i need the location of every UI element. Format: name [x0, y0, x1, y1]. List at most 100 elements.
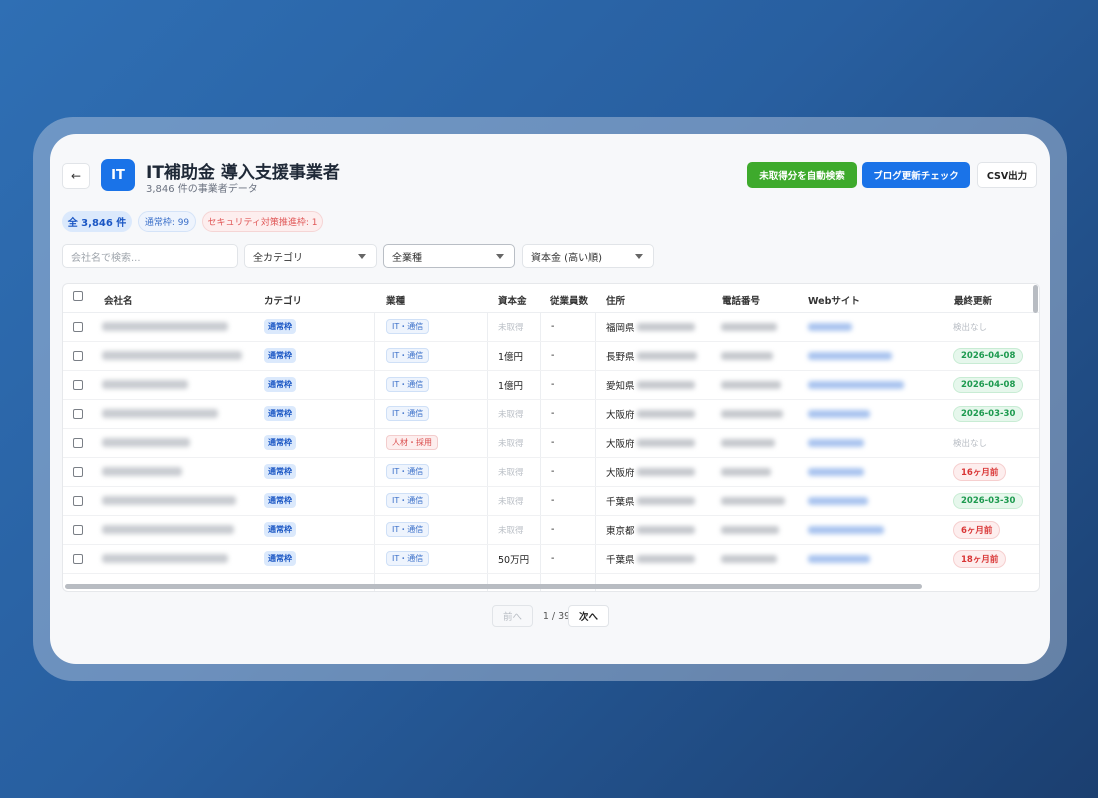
category-select[interactable]: 全カテゴリ — [244, 244, 377, 268]
column-header-phone[interactable]: 電話番号 — [722, 293, 760, 307]
row-checkbox[interactable] — [73, 399, 83, 428]
employees-value: - — [551, 466, 555, 477]
address-cell: 東京都 — [606, 515, 695, 544]
website-link-redacted[interactable] — [808, 312, 852, 341]
employees-cell: - — [551, 341, 554, 370]
filter-chip-normal[interactable]: 通常枠: 99 — [138, 211, 196, 232]
company-name-redacted[interactable] — [102, 486, 236, 515]
capital-value: 未取得 — [498, 525, 524, 536]
capital-cell: 未取得 — [498, 399, 524, 428]
category-badge: 通常枠 — [264, 493, 296, 508]
updated-cell: 2026-04-08 — [953, 370, 1024, 399]
capital-value: 未取得 — [498, 496, 524, 507]
column-header-address[interactable]: 住所 — [606, 293, 625, 307]
company-name-redacted[interactable] — [102, 515, 234, 544]
employees-cell: - — [551, 399, 554, 428]
website-link-redacted[interactable] — [808, 515, 884, 544]
column-header-category[interactable]: カテゴリ — [264, 293, 302, 307]
updated-badge: 2026-03-30 — [953, 492, 1024, 509]
row-checkbox[interactable] — [73, 428, 83, 457]
employees-value: - — [551, 437, 555, 448]
address-prefecture: 福岡県 — [606, 322, 635, 334]
table-row[interactable]: 通常枠 IT・通信 未取得 - 福岡県 検出なし — [63, 312, 1039, 342]
updated-cell: 6ヶ月前 — [953, 515, 1001, 544]
address-prefecture: 大阪府 — [606, 467, 635, 479]
company-name-redacted[interactable] — [102, 312, 228, 341]
website-link-redacted[interactable] — [808, 370, 904, 399]
industry-cell: IT・通信 — [386, 399, 430, 428]
table-row[interactable]: 通常枠 IT・通信 50万円 - 千葉県 18ヶ月前 — [63, 544, 1039, 574]
table-row[interactable]: 通常枠 IT・通信 未取得 - 大阪府 2026-03-30 — [63, 399, 1039, 429]
prev-page-button[interactable]: 前へ — [492, 605, 533, 627]
filter-chip-security[interactable]: セキュリティ対策推進枠: 1 — [202, 211, 323, 232]
website-link-redacted[interactable] — [808, 341, 892, 370]
website-link-redacted[interactable] — [808, 399, 870, 428]
capital-value: 未取得 — [498, 467, 524, 478]
row-checkbox[interactable] — [73, 515, 83, 544]
table-row[interactable]: 通常枠 IT・通信 1億円 - 長野県 2026-04-08 — [63, 341, 1039, 371]
updated-cell: 検出なし — [953, 428, 987, 457]
company-name-redacted[interactable] — [102, 428, 190, 457]
address-prefecture: 長野県 — [606, 351, 635, 363]
next-page-button[interactable]: 次へ — [568, 605, 609, 627]
capital-value: 1億円 — [498, 380, 524, 392]
employees-value: - — [551, 408, 555, 419]
website-link-redacted[interactable] — [808, 457, 864, 486]
company-name-redacted[interactable] — [102, 544, 228, 573]
row-checkbox[interactable] — [73, 457, 83, 486]
table-row[interactable]: 通常枠 IT・通信 未取得 - 千葉県 2026-03-30 — [63, 486, 1039, 516]
table-row[interactable]: 通常枠 IT・通信 1億円 - 愛知県 2026-04-08 — [63, 370, 1039, 400]
capital-sort-select[interactable]: 資本金 (高い順) — [522, 244, 654, 268]
row-checkbox[interactable] — [73, 341, 83, 370]
table-row[interactable]: 通常枠 IT・通信 未取得 - 大阪府 16ヶ月前 — [63, 457, 1039, 487]
capital-value: 未取得 — [498, 409, 524, 420]
industry-select[interactable]: 全業種 — [383, 244, 515, 268]
website-link-redacted[interactable] — [808, 544, 870, 573]
address-redacted — [636, 322, 695, 331]
blog-check-button[interactable]: ブログ更新チェック — [862, 162, 970, 188]
capital-cell: 1億円 — [498, 370, 523, 399]
website-link-redacted[interactable] — [808, 486, 868, 515]
app-window: ← IT IT補助金 導入支援事業者 3,846 件の事業者データ 未取得分を自… — [50, 134, 1050, 664]
category-cell: 通常枠 — [264, 312, 296, 341]
column-header-employees[interactable]: 従業員数 — [550, 293, 588, 307]
column-header-website[interactable]: Webサイト — [808, 293, 860, 307]
industry-badge: IT・通信 — [386, 493, 430, 508]
company-name-redacted[interactable] — [102, 341, 242, 370]
row-checkbox[interactable] — [73, 370, 83, 399]
website-link-redacted[interactable] — [808, 428, 864, 457]
horizontal-scrollbar[interactable] — [65, 584, 922, 589]
table-row[interactable]: 通常枠 IT・通信 未取得 - 東京都 6ヶ月前 — [63, 515, 1039, 545]
row-checkbox[interactable] — [73, 544, 83, 573]
category-badge: 通常枠 — [264, 406, 296, 421]
row-checkbox[interactable] — [73, 486, 83, 515]
phone-redacted — [721, 457, 771, 486]
column-header-updated[interactable]: 最終更新 — [954, 293, 992, 307]
category-badge: 通常枠 — [264, 464, 296, 479]
capital-cell: 1億円 — [498, 341, 523, 370]
address-cell: 福岡県 — [606, 312, 695, 341]
vertical-scrollbar[interactable] — [1033, 285, 1038, 313]
auto-search-button[interactable]: 未取得分を自動検索 — [747, 162, 857, 188]
column-header-industry[interactable]: 業種 — [386, 293, 405, 307]
capital-cell: 未取得 — [498, 312, 524, 341]
company-name-redacted[interactable] — [102, 457, 182, 486]
updated-cell: 18ヶ月前 — [953, 544, 1007, 573]
column-header-capital[interactable]: 資本金 — [498, 293, 527, 307]
updated-badge: 18ヶ月前 — [953, 549, 1007, 568]
company-name-redacted[interactable] — [102, 399, 218, 428]
column-header-company[interactable]: 会社名 — [104, 293, 133, 307]
filter-chip-total[interactable]: 全 3,846 件 — [62, 211, 132, 232]
category-badge: 通常枠 — [264, 348, 296, 363]
industry-badge: IT・通信 — [386, 406, 430, 421]
csv-export-button[interactable]: CSV出力 — [977, 162, 1037, 188]
search-placeholder: 会社名で検索... — [71, 252, 141, 264]
row-checkbox[interactable] — [73, 312, 83, 341]
select-all-checkbox[interactable] — [73, 291, 83, 301]
back-button[interactable]: ← — [62, 163, 90, 189]
company-name-redacted[interactable] — [102, 370, 188, 399]
search-input[interactable]: 会社名で検索... — [62, 244, 238, 268]
address-redacted — [636, 496, 695, 505]
phone-redacted — [721, 515, 779, 544]
table-row[interactable]: 通常枠 人材・採用 未取得 - 大阪府 検出なし — [63, 428, 1039, 458]
